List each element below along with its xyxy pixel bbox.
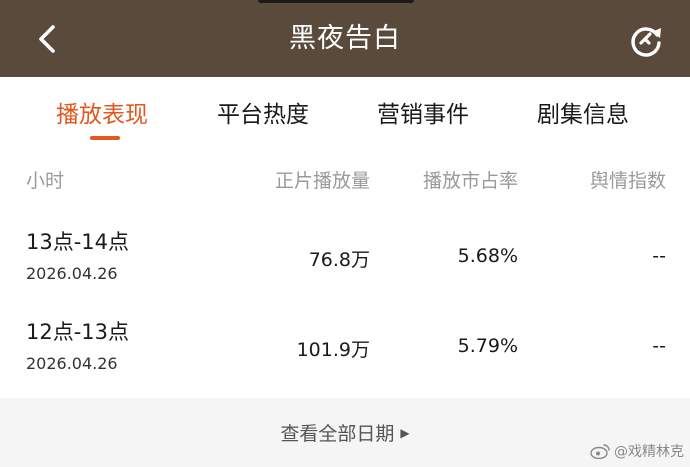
row-hour: 13点-14点 [26, 230, 130, 254]
page-title: 黑夜告白 [289, 23, 401, 54]
column-share: 播放市占率 [422, 170, 518, 192]
tab-marketing-events[interactable]: 营销事件 [377, 95, 469, 129]
row-date: 2026.04.26 [26, 354, 118, 373]
footer-bar: 查看全部日期 ▶ @戏精林克 [0, 398, 690, 467]
view-all-dates-button[interactable]: 查看全部日期 ▶ [0, 398, 690, 467]
row-sentiment: -- [652, 245, 666, 267]
column-sentiment: 舆情指数 [589, 170, 666, 192]
tab-platform-heat[interactable]: 平台热度 [217, 95, 309, 129]
tab-episode-info[interactable]: 剧集信息 [537, 95, 629, 129]
table-row: 12点-13点 2026.04.26 101.9万 5.79% -- [0, 316, 690, 406]
row-hour: 12点-13点 [26, 320, 130, 344]
row-share: 5.79% [457, 335, 518, 357]
tab-bar: 播放表现 平台热度 营销事件 剧集信息 [0, 77, 690, 143]
triangle-right-icon: ▶ [400, 425, 410, 440]
refresh-button[interactable] [628, 23, 664, 59]
status-notch [258, 0, 414, 3]
column-plays: 正片播放量 [274, 170, 370, 192]
row-date: 2026.04.26 [26, 264, 118, 283]
refresh-icon [631, 27, 661, 57]
row-plays: 101.9万 [296, 339, 370, 361]
watermark: @戏精林克 [590, 441, 684, 461]
active-tab-indicator [90, 136, 120, 140]
column-hour: 小时 [26, 170, 65, 192]
row-sentiment: -- [652, 335, 666, 357]
table-row: 13点-14点 2026.04.26 76.8万 5.68% -- [0, 226, 690, 316]
app-header: 黑夜告白 [0, 0, 690, 77]
view-all-dates-label: 查看全部日期 [280, 423, 395, 445]
chevron-left-icon [39, 25, 55, 53]
watermark-text: @戏精林克 [614, 444, 684, 460]
table-header: 小时 正片播放量 播放市占率 舆情指数 [0, 148, 690, 208]
row-plays: 76.8万 [308, 249, 370, 271]
row-share: 5.68% [457, 245, 518, 267]
weibo-icon [590, 444, 610, 459]
tab-playback[interactable]: 播放表现 [56, 95, 148, 129]
back-button[interactable] [30, 22, 64, 56]
